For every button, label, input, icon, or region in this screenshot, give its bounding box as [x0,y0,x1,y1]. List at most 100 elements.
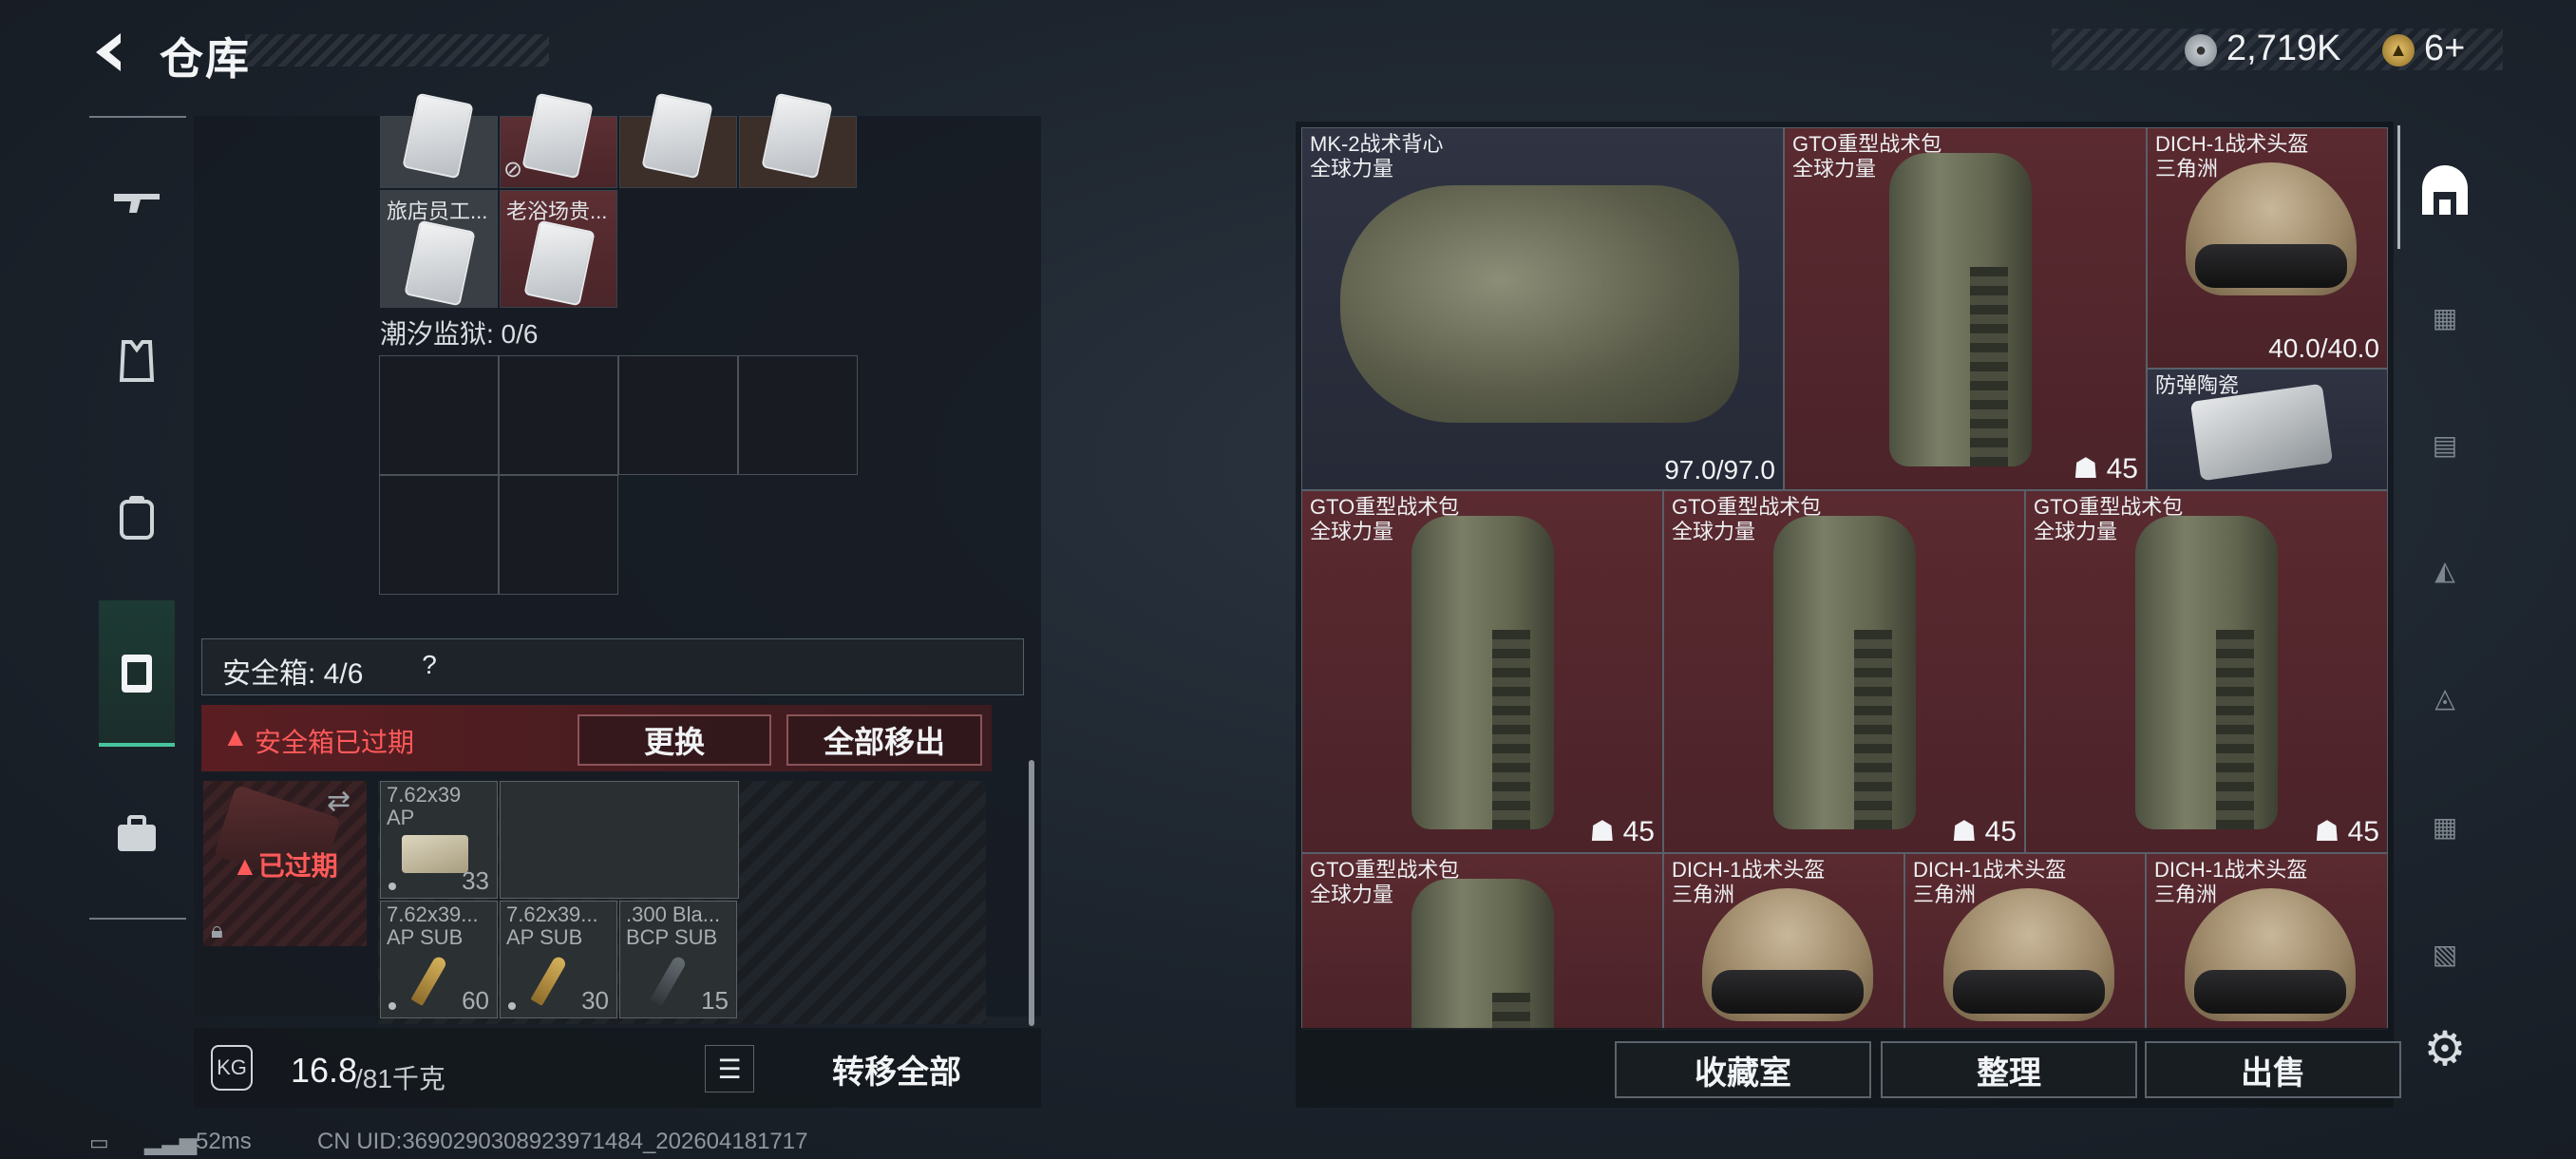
bullet-icon [650,955,688,1006]
vest-icon [119,340,155,382]
tab-storage-4d[interactable]: ▧ [2413,922,2477,986]
ammo-box-icon [402,835,468,873]
rifle-icon [114,194,160,213]
durability-value: 97.0/97.0 [1664,455,1775,484]
item-backpack[interactable]: GTO重型战术包 全球力量 ☗ 45 [1301,490,1663,853]
tab-storage-5[interactable]: ▦ [2413,285,2477,350]
item-backpack[interactable]: GTO重型战术包 全球力量 [1301,853,1663,1030]
uid-text: CN UID:3690290308923971484_202604181717 [317,1129,808,1154]
ammo-slot[interactable]: 7.62x39... AP SUB 30 [500,901,617,1018]
item-name: DICH-1战术头盔 三角洲 [2154,858,2308,906]
ammo-slot[interactable]: 7.62x39... AP SUB 60 [380,901,498,1018]
settings-button[interactable]: ⚙ [2416,1020,2473,1077]
empty-slot[interactable] [499,475,618,595]
empty-slot[interactable] [379,355,499,475]
gold-currency-value[interactable]: 6+ [2424,28,2465,69]
lock-icon: 🔒︎ [211,918,223,943]
sell-button[interactable]: 出售 [2145,1041,2401,1098]
ammo-count: 30 [581,986,609,1015]
card-item-icon [404,219,476,307]
ammo-name: 7.62x39 AP [387,783,462,829]
expired-warning-text: 安全箱已过期 [255,728,415,757]
storage-tier-icon: ▦ [2432,302,2458,332]
item-name: MK-2战术背心 全球力量 [1310,132,1444,180]
organize-button[interactable]: 整理 [1881,1041,2137,1098]
sidebar-scrollbar[interactable] [2397,125,2400,249]
nav-safe-box[interactable] [99,600,175,747]
tab-storage-4a[interactable]: ▤ [2413,412,2477,477]
durability-value: 40.0/40.0 [2268,333,2379,363]
bullet-icon [410,955,448,1006]
safe-box-icon [122,655,152,693]
bullet-icon [530,955,568,1006]
replace-button[interactable]: 更换 [578,714,771,766]
tab-storage-3[interactable]: ◬ [2413,665,2477,730]
ammo-dot [508,1002,516,1010]
item-backpack[interactable]: GTO重型战术包 全球力量 ☗ 45 [1784,127,2147,490]
transfer-all-button[interactable]: 转移全部 [771,1039,1022,1098]
scrollbar[interactable] [1029,760,1034,1026]
item-slot[interactable] [619,92,737,188]
backpack-strap [1970,267,2008,466]
ammo-name: 7.62x39... AP SUB [506,902,598,949]
tab-all-storage[interactable] [2413,160,2477,224]
silver-coin-icon: ● [2185,34,2217,66]
tab-storage-4c[interactable]: ▦ [2413,794,2477,859]
storage-tier-icon: ◭ [2434,555,2455,585]
empty-slot[interactable] [618,355,738,475]
storage-tier-icon: ▧ [2432,939,2458,969]
item-slot-hotel-key[interactable]: 旅店员工... [380,190,498,308]
item-helmet[interactable]: DICH-1战术头盔 三角洲 40.0/40.0 [2147,127,2388,369]
empty-slot[interactable] [738,355,858,475]
safe-box-label: 安全箱: 4/6 [222,658,364,690]
item-slot[interactable] [380,92,498,188]
ammo-name: .300 Bla... BCP SUB [626,902,721,949]
tab-storage-4b[interactable]: ◭ [2413,538,2477,602]
collection-room-button[interactable]: 收藏室 [1615,1041,1871,1098]
item-backpack[interactable]: GTO重型战术包 全球力量 ☗ 45 [1663,490,2025,853]
item-label: 老浴场贵... [506,200,608,223]
ammo-slot[interactable]: .300 Bla... BCP SUB 15 [619,901,737,1018]
gear-icon: ⚙ [2423,1022,2467,1075]
item-slot-bathhouse-key[interactable]: 老浴场贵... [500,190,617,308]
nav-armor[interactable] [99,323,175,399]
ammo-slot[interactable]: 7.62x39 AP 33 [380,781,498,899]
storage-tier-icon: ▤ [2432,429,2458,460]
empty-slot[interactable] [499,355,618,475]
prison-key-grid [379,355,862,598]
move-all-out-button[interactable]: 全部移出 [786,714,982,766]
help-icon[interactable]: ? [414,650,445,680]
helmet-goggles [1953,970,2105,1014]
item-slot[interactable] [739,92,857,188]
nav-toolbox[interactable] [99,796,175,872]
empty-slot[interactable] [379,475,499,595]
ammo-count: 15 [701,986,729,1015]
warehouse-grid: MK-2战术背心 全球力量 97.0/97.0 GTO重型战术包 全球力量 ☗ 45… [1301,127,2388,1030]
item-helmet[interactable]: DICH-1战术头盔 三角洲 [1663,853,1904,1030]
item-helmet[interactable]: DICH-1战术头盔 三角洲 [1904,853,2146,1030]
ammo-count: 60 [462,986,489,1015]
back-button[interactable] [85,27,137,78]
capacity-icon: ☗ [2314,816,2340,847]
nav-weapons[interactable] [99,165,175,241]
expired-tag: ▲已过期 [232,846,338,884]
capacity-icon: ☗ [1951,816,1978,847]
item-name: DICH-1战术头盔 三角洲 [1913,858,2067,906]
capacity-icon: ☗ [2073,453,2099,484]
item-vest[interactable]: MK-2战术背心 全球力量 97.0/97.0 [1301,127,1784,490]
gold-coin-icon: ▲ [2382,34,2415,66]
weight-current: 16.8 [291,1051,358,1090]
item-helmet[interactable]: DICH-1战术头盔 三角洲 [2146,853,2388,1030]
backpack-image [1773,516,1916,829]
warning-icon: ▲ [222,722,249,751]
item-backpack[interactable]: GTO重型战术包 全球力量 ☗ 45 [2025,490,2388,853]
ammo-slot-empty[interactable] [500,781,739,899]
ammo-name: 7.62x39... AP SUB [387,902,479,949]
item-ceramic-plate[interactable]: 防弹陶瓷 [2147,369,2388,490]
nav-backpack[interactable] [99,479,175,555]
helmet-image [2186,162,2357,295]
backpack-strap [1854,630,1892,829]
nav-divider-top [89,116,186,118]
list-view-button[interactable]: ☰ [705,1045,754,1092]
swap-icon[interactable]: ⇄ [327,785,350,818]
